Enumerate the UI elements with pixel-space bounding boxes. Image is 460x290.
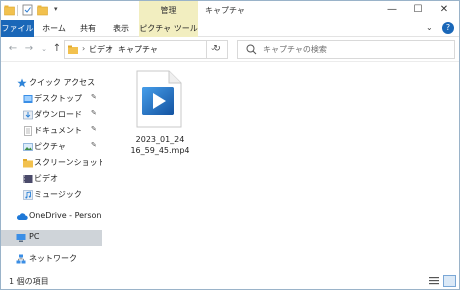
file-name: 2023_01_24 16_59_45.mp4 <box>122 134 198 156</box>
nav-item-music[interactable]: ミュージック <box>1 187 102 203</box>
star-icon <box>17 78 27 88</box>
maximize-button[interactable]: ☐ <box>411 3 425 17</box>
tab-share[interactable]: 共有 <box>75 20 101 37</box>
search-input[interactable]: キャプチャの検索 <box>237 40 455 59</box>
pin-icon: ✎ <box>91 125 97 133</box>
nav-label: ミュージック <box>34 190 82 199</box>
tab-file[interactable]: ファイル <box>1 20 34 37</box>
nav-label: ダウンロード <box>34 110 82 119</box>
search-icon <box>246 44 257 55</box>
minimize-button[interactable]: — <box>385 3 399 17</box>
nav-label: ドキュメント <box>34 126 82 135</box>
nav-label: ピクチャ <box>34 142 66 151</box>
nav-item-pictures[interactable]: ピクチャ ✎ <box>1 139 102 155</box>
nav-pc[interactable]: PC <box>1 230 102 246</box>
address-bar[interactable]: › ビデオ › キャプチャ ⌄ <box>64 40 228 59</box>
large-icons-view-icon[interactable] <box>443 275 456 287</box>
up-button[interactable]: ↑ <box>51 42 63 56</box>
back-button[interactable]: ← <box>7 42 19 56</box>
nav-label: デスクトップ <box>34 94 82 103</box>
videos-icon <box>23 175 33 183</box>
title-bar: ▾ 管理 キャプチャ — ☐ ✕ <box>1 1 459 20</box>
file-name-line2: 16_59_45.mp4 <box>130 146 190 155</box>
video-file-icon <box>136 70 182 128</box>
explorer-window: ▾ 管理 キャプチャ — ☐ ✕ ファイル ホーム 共有 表示 ピクチャ ツール… <box>0 0 460 290</box>
nav-quick-access[interactable]: クイック アクセス <box>1 75 102 91</box>
folder-icon <box>23 159 33 168</box>
download-icon <box>23 110 33 120</box>
quick-access-dropdown-icon[interactable]: ▾ <box>54 5 58 13</box>
nav-label: ビデオ <box>34 174 58 183</box>
refresh-button[interactable]: ↻ <box>206 40 228 59</box>
music-icon <box>23 190 33 200</box>
nav-label: スクリーンショット <box>34 158 106 167</box>
properties-icon[interactable] <box>22 4 33 16</box>
pin-icon: ✎ <box>91 141 97 149</box>
nav-onedrive[interactable]: OneDrive - Personal <box>1 209 109 225</box>
details-view-icon[interactable] <box>428 275 440 287</box>
ribbon-expand-icon[interactable]: ⌄ <box>426 23 433 32</box>
documents-icon <box>24 126 32 136</box>
network-icon <box>16 254 26 264</box>
new-folder-icon[interactable] <box>37 4 48 16</box>
nav-item-videos[interactable]: ビデオ <box>1 171 102 187</box>
nav-label: ネットワーク <box>29 254 77 263</box>
address-row: ← → ⌄ ↑ › ビデオ › キャプチャ ⌄ ↻ キャプチャの検索 <box>1 37 459 62</box>
tab-picture-tools[interactable]: ピクチャ ツール <box>139 20 198 37</box>
ribbon-tabs: ファイル ホーム 共有 表示 ピクチャ ツール ⌄ ? <box>1 20 459 37</box>
nav-label: OneDrive - Personal <box>29 211 109 220</box>
close-button[interactable]: ✕ <box>437 3 451 17</box>
nav-label: PC <box>29 232 40 241</box>
cloud-icon <box>16 213 28 220</box>
nav-item-desktop[interactable]: デスクトップ ✎ <box>1 91 102 107</box>
recent-locations-button[interactable]: ⌄ <box>38 42 50 56</box>
nav-label: クイック アクセス <box>29 78 96 87</box>
tab-view[interactable]: 表示 <box>107 20 135 37</box>
breadcrumb-capture[interactable]: キャプチャ <box>118 44 158 55</box>
nav-network[interactable]: ネットワーク <box>1 251 102 267</box>
tab-home[interactable]: ホーム <box>39 20 69 37</box>
computer-icon <box>16 234 26 242</box>
status-bar: 1 個の項目 <box>1 273 459 289</box>
pin-icon: ✎ <box>91 93 97 101</box>
file-name-line1: 2023_01_24 <box>135 135 185 144</box>
file-item[interactable]: 2023_01_24 16_59_45.mp4 <box>122 68 198 160</box>
nav-item-documents[interactable]: ドキュメント ✎ <box>1 123 102 139</box>
window-title: キャプチャ <box>205 6 245 15</box>
file-list: 2023_01_24 16_59_45.mp4 <box>102 63 459 273</box>
navigation-pane: クイック アクセス デスクトップ ✎ ダウンロード ✎ ドキュメント ✎ ピクチ… <box>1 63 109 273</box>
folder-icon <box>68 45 78 54</box>
pictures-icon <box>23 143 33 151</box>
breadcrumb-separator[interactable]: › <box>82 44 85 53</box>
breadcrumb-separator[interactable]: › <box>109 44 112 53</box>
manage-tab[interactable]: 管理 <box>139 1 198 20</box>
forward-button[interactable]: → <box>23 42 35 56</box>
help-icon[interactable]: ? <box>442 22 454 34</box>
item-count: 1 個の項目 <box>9 277 49 286</box>
pin-icon: ✎ <box>91 109 97 117</box>
search-placeholder: キャプチャの検索 <box>263 45 327 54</box>
nav-item-downloads[interactable]: ダウンロード ✎ <box>1 107 102 123</box>
desktop-icon <box>23 95 33 103</box>
nav-item-screenshots[interactable]: スクリーンショット <box>1 155 106 171</box>
folder-icon[interactable] <box>4 4 15 16</box>
quick-access-separator <box>17 5 18 16</box>
